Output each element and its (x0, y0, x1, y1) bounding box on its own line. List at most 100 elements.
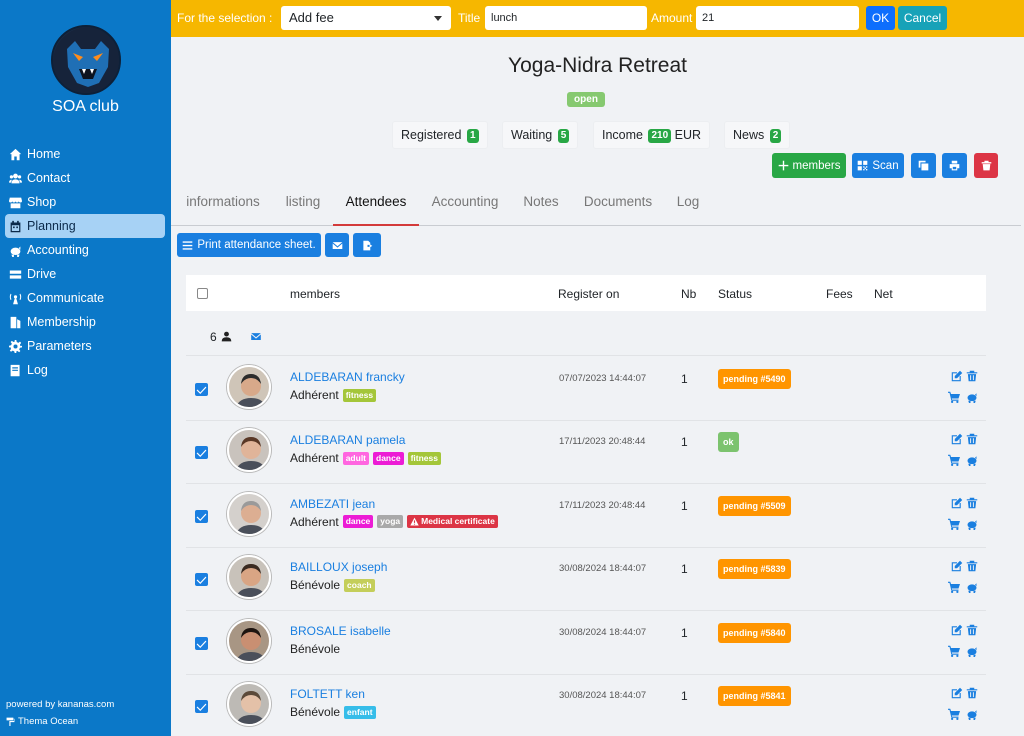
print-button[interactable] (942, 153, 967, 178)
piggy-bank-icon[interactable] (965, 518, 979, 530)
edit-icon[interactable] (951, 433, 963, 445)
member-name-link[interactable]: ALDEBARAN francky (290, 370, 405, 384)
piggy-bank-icon[interactable] (965, 581, 979, 594)
row-checkbox[interactable] (195, 573, 208, 587)
avatar[interactable] (227, 365, 271, 409)
cart-icon[interactable] (948, 581, 960, 594)
avatar[interactable] (227, 491, 271, 536)
avatar[interactable] (227, 682, 271, 726)
tab-informations[interactable]: informations (185, 190, 261, 226)
sidebar-item-home[interactable]: Home (5, 142, 165, 166)
status-badge[interactable]: ok (718, 432, 739, 453)
piggy-bank-icon[interactable] (965, 391, 979, 403)
sidebar-item-parameters[interactable]: Parameters (5, 334, 165, 358)
tag-badge: enfant (344, 705, 376, 719)
cart-icon[interactable] (948, 391, 960, 403)
cart-icon[interactable] (948, 454, 960, 467)
tab-accounting[interactable]: Accounting (429, 190, 501, 226)
piggy-bank-icon[interactable] (965, 708, 979, 720)
edit-icon[interactable] (951, 687, 963, 699)
row-checkbox[interactable] (195, 700, 208, 713)
tab-notes[interactable]: Notes (521, 190, 561, 226)
member-name-link[interactable]: ALDEBARAN pamela (290, 433, 405, 447)
member-name-link[interactable]: BROSALE isabelle (290, 624, 391, 638)
edit-icon[interactable] (951, 624, 963, 636)
stat-news[interactable]: News 2 (724, 121, 791, 149)
edit-icon[interactable] (951, 497, 963, 509)
tab-listing[interactable]: listing (281, 190, 325, 226)
edit-icon[interactable] (951, 560, 963, 572)
member-name-link[interactable]: AMBEZATI jean (290, 497, 375, 511)
column-nb[interactable]: Nb (681, 287, 696, 301)
member-count: 6 (210, 330, 217, 344)
ok-button[interactable]: OK (866, 6, 895, 30)
member-role-label: Bénévole (290, 578, 341, 593)
column-register-on[interactable]: Register on (558, 287, 619, 301)
membership-icon (10, 316, 21, 328)
print-attendance-button[interactable]: Print attendance sheet. (177, 233, 321, 257)
table-row: FOLTETT ken Bénévole enfant 30/08/2024 18… (186, 675, 986, 736)
piggy-bank-icon[interactable] (965, 645, 979, 657)
cart-icon[interactable] (948, 518, 960, 530)
row-checkbox[interactable] (195, 383, 208, 396)
trash-icon[interactable] (966, 497, 978, 509)
email-button[interactable] (325, 233, 349, 257)
scan-button[interactable]: Scan (852, 153, 904, 178)
status-badge[interactable]: pending #5841 (718, 686, 791, 706)
column-net[interactable]: Net (874, 287, 893, 301)
sidebar-item-planning[interactable]: Planning (5, 214, 165, 238)
sidebar-item-accounting[interactable]: Accounting (5, 238, 165, 262)
sidebar-item-membership[interactable]: Membership (5, 310, 165, 334)
column-members[interactable]: members (290, 287, 340, 301)
stat-income[interactable]: Income 210 EUR (593, 121, 711, 149)
tab-log[interactable]: Log (673, 190, 703, 226)
sidebar-item-communicate[interactable]: Communicate (5, 286, 165, 310)
avatar[interactable] (227, 618, 271, 663)
stat-registered[interactable]: Registered 1 (392, 121, 488, 149)
row-checkbox[interactable] (195, 446, 208, 460)
member-name-link[interactable]: BAILLOUX joseph (290, 560, 387, 574)
stat-waiting[interactable]: Waiting 5 (502, 121, 579, 149)
row-checkbox[interactable] (195, 636, 208, 650)
trash-icon[interactable] (966, 560, 978, 572)
title-input[interactable]: lunch (485, 6, 647, 30)
trash-icon[interactable] (966, 433, 978, 445)
avatar[interactable] (227, 428, 271, 473)
row-checkbox[interactable] (195, 509, 208, 523)
action-select[interactable]: Add fee (281, 6, 451, 30)
member-name-link[interactable]: FOLTETT ken (290, 687, 365, 701)
trash-icon[interactable] (966, 624, 978, 636)
trash-icon[interactable] (966, 370, 978, 382)
export-button[interactable] (353, 233, 381, 257)
delete-event-button[interactable] (974, 153, 998, 178)
status-badge[interactable]: pending #5839 (718, 559, 791, 580)
column-status[interactable]: Status (718, 287, 752, 301)
check-icon (196, 576, 207, 585)
sidebar-item-drive[interactable]: Drive (5, 262, 165, 286)
duplicate-button[interactable] (911, 153, 936, 178)
tab-documents[interactable]: Documents (581, 190, 655, 226)
status-badge[interactable]: pending #5509 (718, 495, 791, 516)
cart-icon[interactable] (948, 708, 960, 720)
column-fees[interactable]: Fees (826, 287, 853, 301)
add-members-button[interactable]: members (772, 153, 846, 178)
cart-icon[interactable] (948, 645, 960, 657)
status-badge[interactable]: pending #5490 (718, 369, 791, 389)
table-row: ALDEBARAN pamela Adhérent adult dance fitne… (186, 421, 986, 485)
club-logo[interactable] (51, 25, 121, 95)
select-all-checkbox[interactable] (197, 288, 208, 299)
avatar[interactable] (227, 555, 271, 600)
envelope-icon[interactable] (250, 331, 262, 342)
trash-icon[interactable] (966, 687, 978, 699)
piggy-bank-icon[interactable] (965, 454, 979, 467)
sidebar-item-log[interactable]: Log (5, 358, 165, 382)
powered-by[interactable]: powered by kananas.com (6, 699, 114, 710)
sidebar-item-contact[interactable]: Contact (5, 166, 165, 190)
theme-selector[interactable]: Thema Ocean (6, 716, 78, 727)
cancel-button[interactable]: Cancel (898, 6, 947, 30)
sidebar-item-shop[interactable]: Shop (5, 190, 165, 214)
edit-icon[interactable] (951, 370, 963, 382)
amount-input[interactable]: 21 (696, 6, 859, 30)
status-badge[interactable]: pending #5840 (718, 622, 791, 643)
tab-attendees[interactable]: Attendees (333, 190, 419, 226)
